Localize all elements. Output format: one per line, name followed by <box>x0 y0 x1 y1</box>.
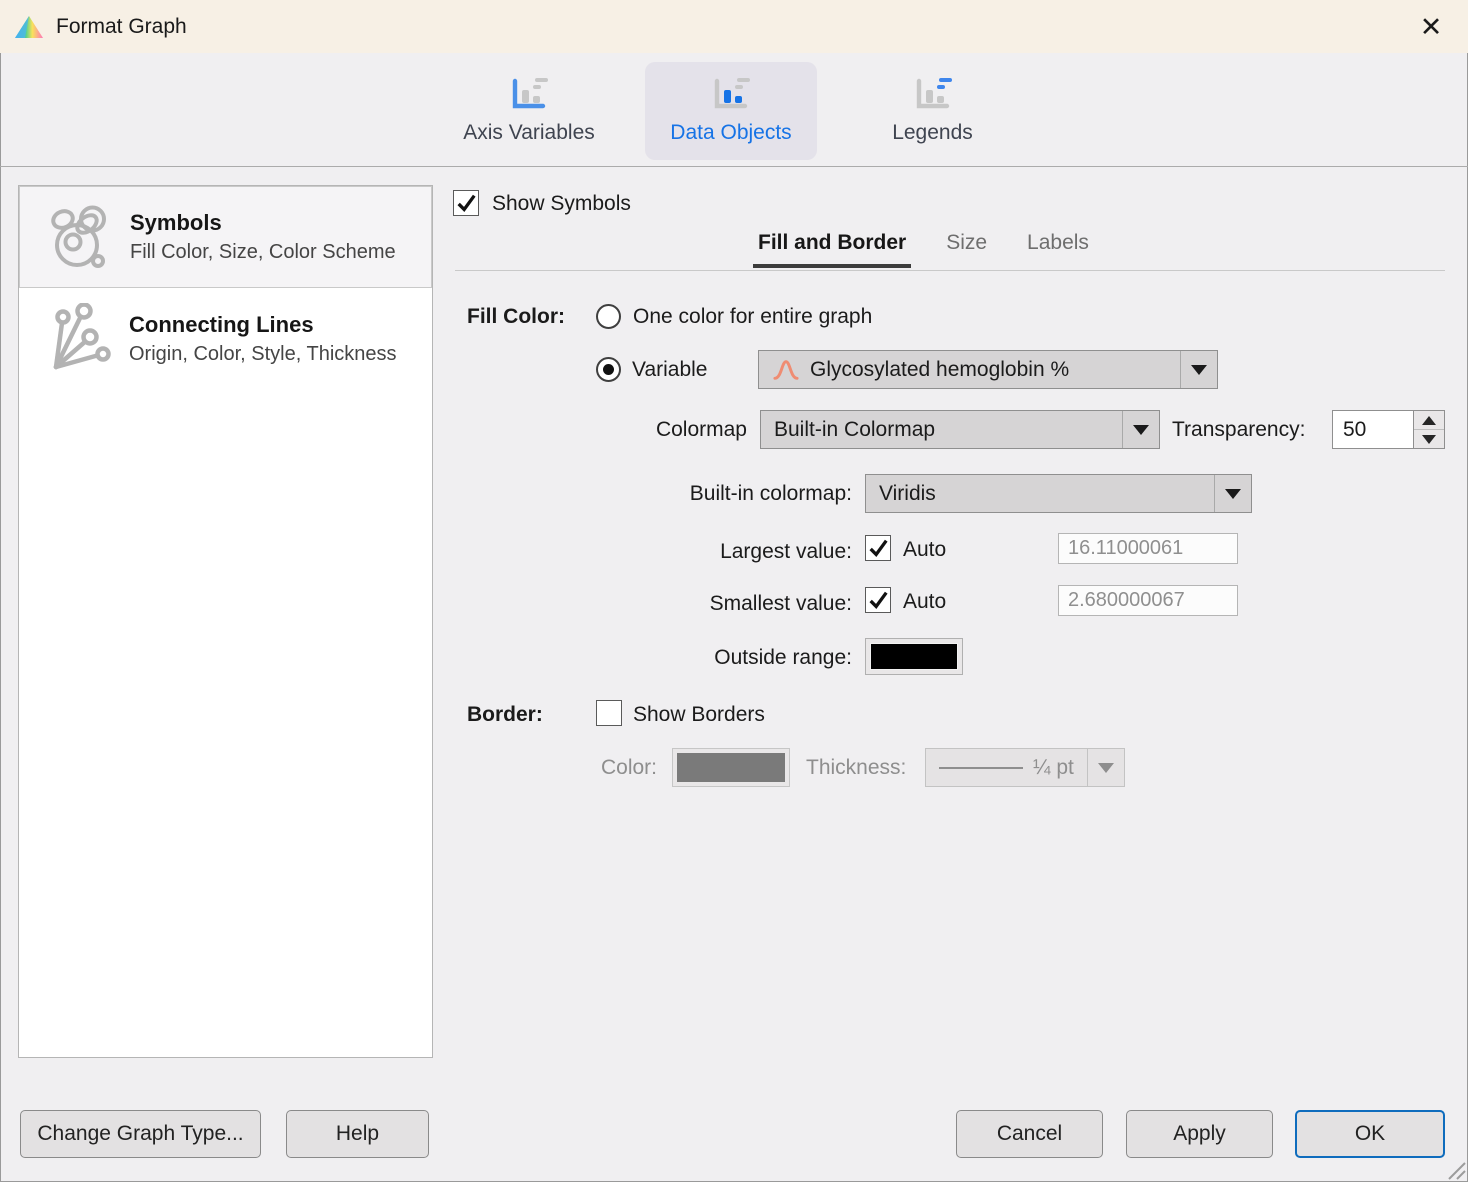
builtin-colormap-tail <box>1214 475 1251 512</box>
tab-legends-label: Legends <box>892 121 973 145</box>
ok-button[interactable]: OK <box>1295 1110 1445 1158</box>
largest-value-field[interactable] <box>1058 533 1238 564</box>
border-color-swatch[interactable] <box>672 748 790 787</box>
transparency-label: Transparency: <box>1172 416 1305 444</box>
border-color-label: Color: <box>480 754 657 782</box>
tab-legends[interactable]: Legends <box>855 62 1010 160</box>
show-borders-label: Show Borders <box>633 701 765 729</box>
transparency-spin-buttons <box>1413 411 1444 448</box>
one-color-label: One color for entire graph <box>633 303 872 331</box>
smallest-auto-checkbox[interactable] <box>865 587 891 613</box>
tabstrip-divider <box>0 166 1468 167</box>
data-objects-icon <box>709 77 753 113</box>
tab-data-objects-label: Data Objects <box>670 121 791 145</box>
axis-variables-icon <box>507 77 551 113</box>
format-graph-dialog: Format Graph ✕ Axis Variables Data Objec… <box>0 0 1468 1182</box>
transparency-spinner <box>1332 410 1445 449</box>
show-symbols-label: Show Symbols <box>492 190 631 218</box>
smallest-auto-label: Auto <box>903 588 946 616</box>
subtab-size[interactable]: Size <box>941 231 992 268</box>
largest-value-label: Largest value: <box>540 538 852 566</box>
chevron-down-icon <box>1133 425 1149 435</box>
colormap-dropdown-tail <box>1122 411 1159 448</box>
sidebar-item-connecting-lines-text: Connecting Lines Origin, Color, Style, T… <box>129 312 397 366</box>
sidebar-item-symbols[interactable]: Symbols Fill Color, Size, Color Scheme <box>19 186 432 288</box>
subtab-fill-and-border[interactable]: Fill and Border <box>753 231 911 268</box>
variable-dropdown[interactable]: Glycosylated hemoglobin % <box>758 350 1218 389</box>
outside-range-color <box>870 643 958 670</box>
builtin-colormap-label: Built-in colormap: <box>540 480 852 508</box>
change-graph-type-button[interactable]: Change Graph Type... <box>20 1110 261 1158</box>
tab-axis-variables[interactable]: Axis Variables <box>440 62 618 160</box>
show-borders-checkbox[interactable] <box>596 700 622 726</box>
symbols-icon <box>46 204 112 270</box>
close-icon[interactable]: ✕ <box>1410 6 1452 48</box>
subtab-labels[interactable]: Labels <box>1022 231 1094 268</box>
subtab-divider <box>455 270 1445 271</box>
tab-axis-variables-label: Axis Variables <box>463 121 595 145</box>
line-thickness-sample <box>939 767 1023 769</box>
subtab-bar: Fill and Border Size Labels <box>753 231 1094 268</box>
border-color-value <box>677 753 785 782</box>
sidebar-item-subtitle: Fill Color, Size, Color Scheme <box>130 241 396 264</box>
transparency-input[interactable] <box>1333 411 1413 448</box>
bell-curve-icon <box>772 358 800 382</box>
connecting-lines-icon <box>45 303 111 375</box>
sidebar-item-title: Symbols <box>130 210 396 236</box>
variable-label: Variable <box>632 356 708 384</box>
chevron-down-icon <box>1098 763 1114 773</box>
spinner-down-button[interactable] <box>1414 430 1444 448</box>
outside-range-swatch[interactable] <box>865 638 963 675</box>
colormap-dropdown-value: Built-in Colormap <box>774 418 935 442</box>
triangle-up-icon <box>1422 416 1436 425</box>
variable-dropdown-value-wrap: Glycosylated hemoglobin % <box>759 358 1180 382</box>
sidebar-panel: Symbols Fill Color, Size, Color Scheme <box>18 185 433 1058</box>
outside-range-label: Outside range: <box>540 644 852 672</box>
chevron-down-icon <box>1225 489 1241 499</box>
prism-logo-icon <box>14 14 44 40</box>
resize-grip[interactable] <box>1446 1160 1466 1180</box>
builtin-colormap-dropdown[interactable]: Viridis <box>865 474 1252 513</box>
sidebar-item-symbols-text: Symbols Fill Color, Size, Color Scheme <box>130 210 396 264</box>
variable-dropdown-tail <box>1180 351 1217 388</box>
sidebar-item-connecting-lines[interactable]: Connecting Lines Origin, Color, Style, T… <box>19 288 432 390</box>
thickness-dropdown-tail <box>1087 749 1124 786</box>
colormap-label: Colormap <box>540 416 747 444</box>
thickness-value: ¼ pt <box>1033 756 1074 780</box>
largest-auto-label: Auto <box>903 536 946 564</box>
fill-color-section-label: Fill Color: <box>467 303 565 331</box>
show-symbols-checkbox[interactable] <box>453 190 479 216</box>
sidebar-item-title: Connecting Lines <box>129 312 397 338</box>
title-bar: Format Graph ✕ <box>0 0 1468 53</box>
largest-auto-checkbox[interactable] <box>865 535 891 561</box>
tab-data-objects[interactable]: Data Objects <box>645 62 817 160</box>
variable-radio[interactable] <box>596 357 621 382</box>
thickness-dropdown[interactable]: ¼ pt <box>925 748 1125 787</box>
colormap-dropdown[interactable]: Built-in Colormap <box>760 410 1160 449</box>
sidebar-item-subtitle: Origin, Color, Style, Thickness <box>129 343 397 366</box>
border-section-label: Border: <box>467 701 543 729</box>
spinner-up-button[interactable] <box>1414 411 1444 430</box>
thickness-label: Thickness: <box>806 754 906 782</box>
apply-button[interactable]: Apply <box>1126 1110 1273 1158</box>
window-title: Format Graph <box>56 15 187 39</box>
help-button[interactable]: Help <box>286 1110 429 1158</box>
one-color-radio[interactable] <box>596 304 621 329</box>
variable-dropdown-value: Glycosylated hemoglobin % <box>810 358 1069 382</box>
triangle-down-icon <box>1422 435 1436 444</box>
cancel-button[interactable]: Cancel <box>956 1110 1103 1158</box>
legends-icon <box>911 77 955 113</box>
chevron-down-icon <box>1191 365 1207 375</box>
builtin-colormap-value: Viridis <box>879 482 936 506</box>
smallest-value-label: Smallest value: <box>540 590 852 618</box>
smallest-value-field[interactable] <box>1058 585 1238 616</box>
